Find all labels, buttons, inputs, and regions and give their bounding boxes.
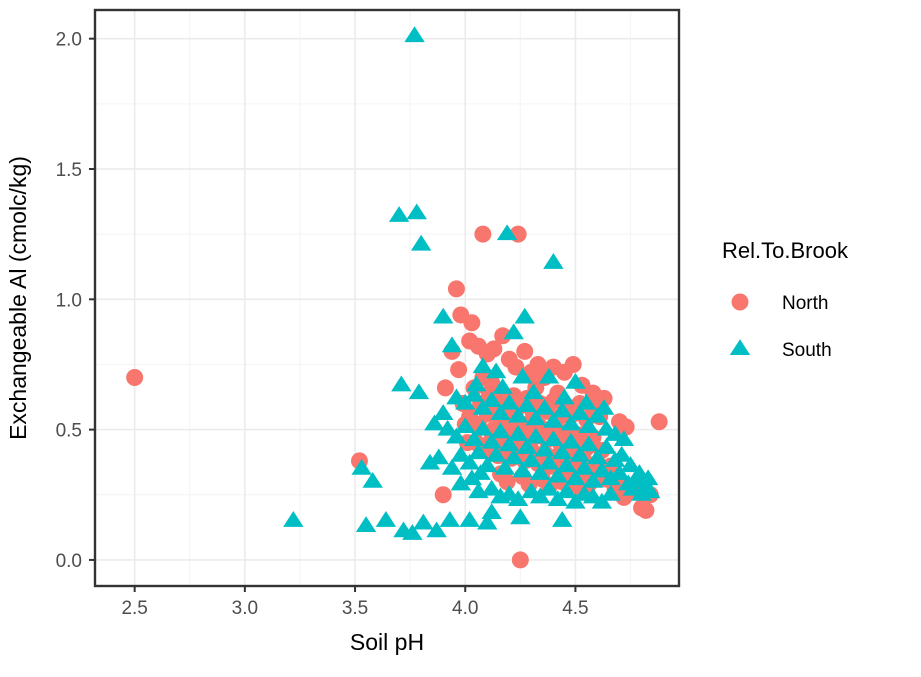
x-tick-label: 2.5 <box>121 598 147 619</box>
data-point-north <box>498 473 516 491</box>
scatter-plot-figure: 2.5 3.0 3.5 4.0 4.5 0.0 0.5 1.0 1.5 2.0 Soil pH Exc… <box>0 0 921 672</box>
legend-item-north[interactable]: North <box>720 282 870 322</box>
y-axis-title: Exchangeable Al (cmolc/kg) <box>5 156 31 440</box>
x-tick-label: 4.5 <box>562 598 588 619</box>
legend-item-label: South <box>782 340 832 361</box>
x-tick-label: 3.5 <box>342 598 368 619</box>
data-point-north <box>564 355 582 373</box>
data-point-north <box>436 379 454 397</box>
y-tick-label: 1.0 <box>56 290 82 311</box>
x-tick-label: 3.0 <box>232 598 258 619</box>
x-axis-title: Soil pH <box>350 629 424 655</box>
legend-item-south[interactable]: South <box>720 329 870 369</box>
plot-canvas: 2.5 3.0 3.5 4.0 4.5 0.0 0.5 1.0 1.5 2.0 Soil pH Exc… <box>5 8 870 655</box>
data-point-north <box>450 361 468 379</box>
data-point-north <box>463 314 481 332</box>
y-tick-label: 2.0 <box>56 30 82 51</box>
legend-title: Rel.To.Brook <box>722 238 849 263</box>
data-point-north <box>637 501 655 519</box>
data-point-north <box>650 413 668 431</box>
y-tick-label: 0.5 <box>56 421 82 442</box>
y-tick-label: 0.0 <box>56 551 82 572</box>
legend-item-label: North <box>782 293 828 314</box>
data-point-north <box>434 486 452 504</box>
x-tick-label: 4.0 <box>452 598 478 619</box>
legend: Rel.To.Brook North South <box>720 238 870 369</box>
legend-key-circle-icon <box>731 293 749 311</box>
data-point-north <box>126 368 144 386</box>
data-point-north <box>511 551 529 569</box>
legend-key-triangle-icon <box>729 339 751 356</box>
data-point-north <box>447 280 465 298</box>
data-point-north <box>516 342 534 360</box>
y-tick-label: 1.5 <box>56 160 82 181</box>
data-point-north <box>474 225 492 243</box>
